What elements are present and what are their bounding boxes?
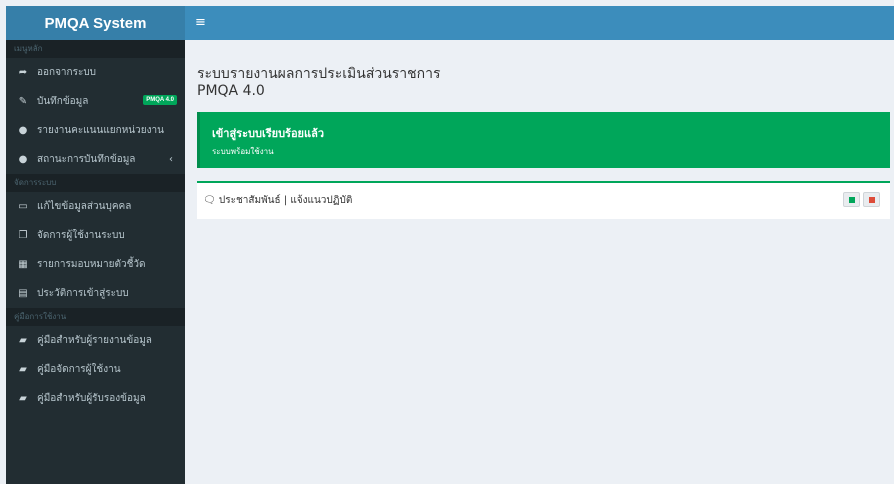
announcement-box: 🗨 ประชาสัมพันธ์ | แจ้งแนวปฏิบัติ — [197, 181, 890, 219]
sidebar-section-header: คู่มือการใช้งาน — [6, 308, 185, 326]
sidebar-item[interactable]: ✎ บันทึกข้อมูล PMQA 4.0 — [6, 87, 185, 116]
sidebar-item[interactable]: ▤ ประวัติการเข้าสู่ระบบ — [6, 279, 185, 308]
announcement-header: 🗨 ประชาสัมพันธ์ | แจ้งแนวปฏิบัติ — [203, 193, 352, 208]
copy-icon: ❐ — [18, 230, 28, 241]
book-icon: ▰ — [19, 393, 27, 404]
sidebar-item-label: ออกจากระบบ — [37, 67, 97, 78]
sidebar-item[interactable]: ❐ จัดการผู้ใช้งานระบบ — [6, 221, 185, 250]
sidebar-item-label: คู่มือจัดการผู้ใช้งาน — [37, 364, 121, 375]
page-title: ระบบรายงานผลการประเมินส่วนราชการ PMQA 4.… — [197, 66, 441, 100]
alert-heading: เข้าสู่ระบบเรียบร้อยแล้ว — [212, 127, 325, 140]
sidebar-section-header: จัดการระบบ — [6, 174, 185, 192]
main-content: ระบบรายงานผลการประเมินส่วนราชการ PMQA 4.… — [185, 40, 894, 484]
sidebar-item-label: คู่มือสำหรับผู้รายงานข้อมูล — [37, 335, 152, 346]
chevron-left-icon: ‹ — [169, 154, 173, 165]
alert-text: ระบบพร้อมใช้งาน — [212, 147, 274, 156]
square-green-icon — [848, 196, 855, 203]
table-icon: ▦ — [18, 259, 28, 270]
page-subtitle: PMQA 4.0 — [197, 83, 265, 99]
sidebar: เมนูหลัก ➦ ออกจากระบบ ✎ บันทึกข้อมูล PMQA 4.0… — [6, 40, 185, 484]
page-title-text: ระบบรายงานผลการประเมินส่วนราชการ — [197, 66, 441, 82]
calendar-icon: ▤ — [18, 288, 28, 299]
app-logo[interactable]: PMQA System — [6, 6, 185, 40]
collapse-button[interactable] — [843, 192, 860, 207]
announcement-title: ประชาสัมพันธ์ | แจ้งแนวปฏิบัติ — [218, 195, 353, 206]
sidebar-item-label: แก้ไขข้อมูลส่วนบุคคล — [37, 201, 132, 212]
sidebar-item[interactable]: ▰ คู่มือสำหรับผู้รับรองข้อมูล — [6, 384, 185, 413]
sidebar-item-label: บันทึกข้อมูล — [37, 96, 89, 107]
sidebar-item[interactable]: ● รายงานคะแนนแยกหน่วยงาน — [6, 116, 185, 145]
book-icon: ▰ — [19, 364, 27, 375]
globe-icon: ● — [18, 125, 28, 136]
success-alert: เข้าสู่ระบบเรียบร้อยแล้ว ระบบพร้อมใช้งาน — [197, 112, 890, 168]
sidebar-item[interactable]: ▦ รายการมอบหมายตัวชี้วัด — [6, 250, 185, 279]
sidebar-item-label: รายงานคะแนนแยกหน่วยงาน — [37, 125, 164, 136]
sidebar-item[interactable]: ▰ คู่มือสำหรับผู้รายงานข้อมูล — [6, 326, 185, 355]
sidebar-section-header: เมนูหลัก — [6, 40, 185, 58]
sidebar-item[interactable]: ● สถานะการบันทึกข้อมูล ‹ — [6, 145, 185, 174]
sidebar-item-label: รายการมอบหมายตัวชี้วัด — [37, 259, 146, 270]
box-tools — [843, 192, 880, 207]
sign-out-icon: ➦ — [18, 67, 28, 78]
sidebar-item-label: คู่มือสำหรับผู้รับรองข้อมูล — [37, 393, 146, 404]
remove-button[interactable] — [863, 192, 880, 207]
square-red-icon — [868, 196, 875, 203]
edit-icon: ✎ — [18, 96, 28, 107]
sidebar-item[interactable]: ▰ คู่มือจัดการผู้ใช้งาน — [6, 355, 185, 384]
globe-icon: ● — [18, 154, 28, 165]
comments-icon: 🗨 — [203, 195, 216, 206]
book-icon: ▰ — [19, 335, 27, 346]
sidebar-item[interactable]: ▭ แก้ไขข้อมูลส่วนบุคคล — [6, 192, 185, 221]
top-navbar: ≡ — [185, 6, 894, 40]
laptop-icon: ▭ — [18, 201, 28, 212]
sidebar-item-label: สถานะการบันทึกข้อมูล — [37, 154, 136, 165]
sidebar-item[interactable]: ➦ ออกจากระบบ — [6, 58, 185, 87]
sidebar-item-label: ประวัติการเข้าสู่ระบบ — [37, 288, 129, 299]
hamburger-icon[interactable]: ≡ — [195, 15, 206, 31]
pmqa-badge: PMQA 4.0 — [143, 95, 177, 105]
sidebar-item-label: จัดการผู้ใช้งานระบบ — [37, 230, 125, 241]
